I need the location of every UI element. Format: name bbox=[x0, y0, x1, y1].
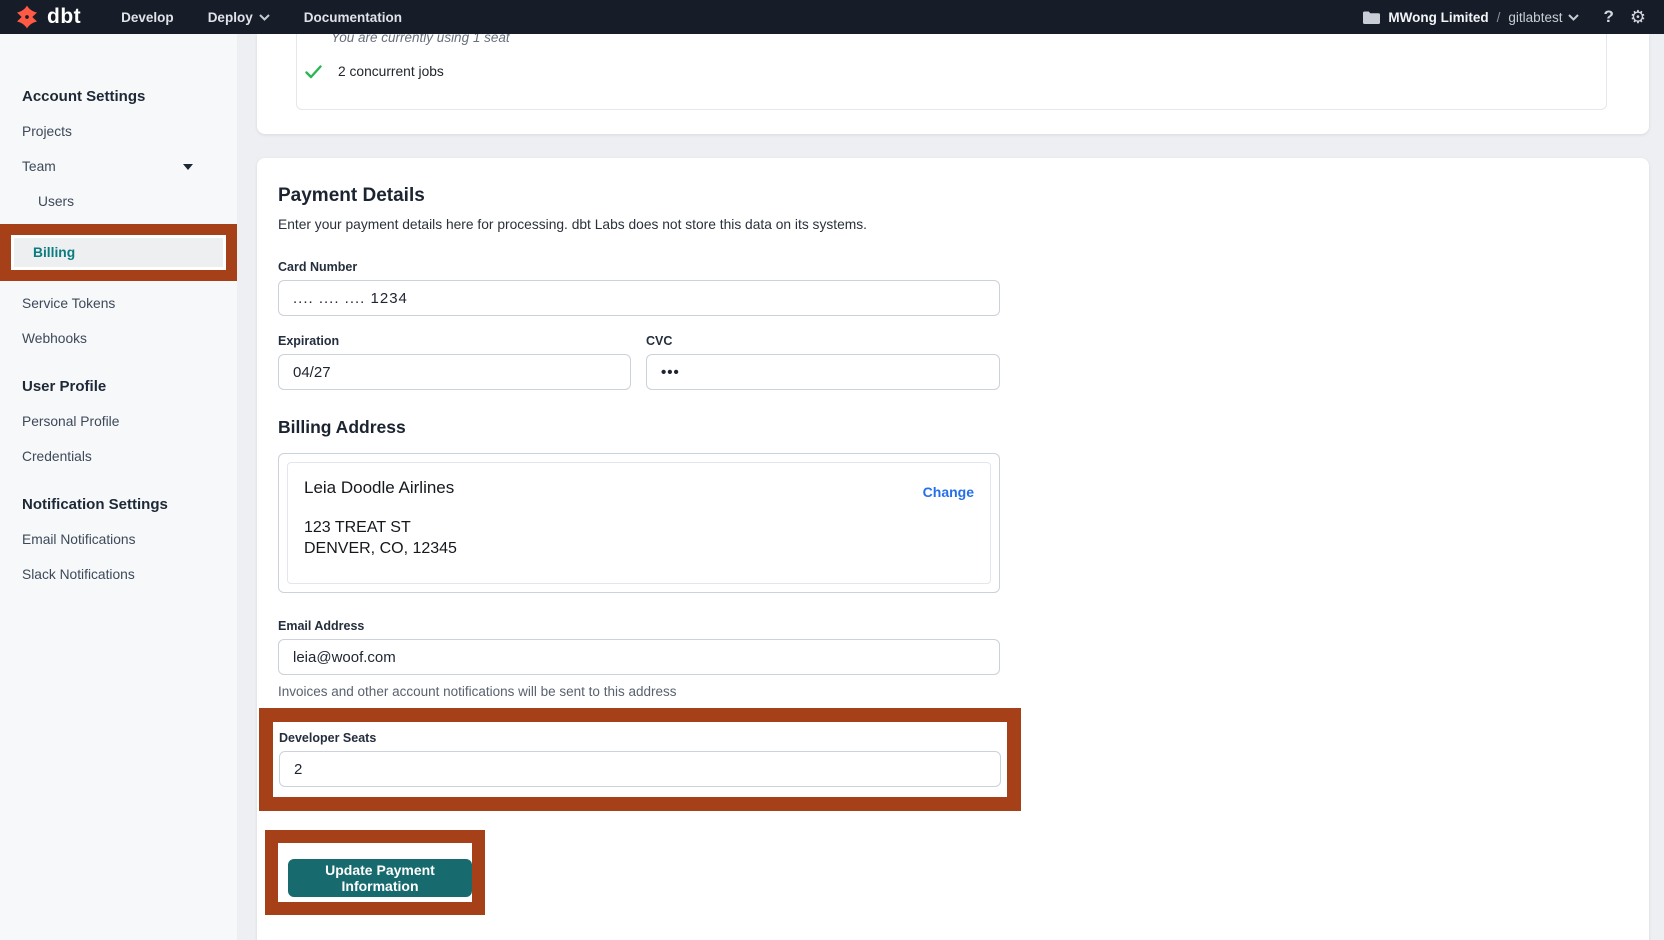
nav-links: Develop Deploy Documentation bbox=[121, 10, 402, 25]
change-address-link[interactable]: Change bbox=[923, 484, 974, 500]
annotation-box-billing: Billing bbox=[0, 224, 237, 281]
sidebar-item-email-notifications[interactable]: Email Notifications bbox=[0, 522, 237, 557]
billing-address-name: Leia Doodle Airlines bbox=[304, 478, 974, 498]
email-input[interactable] bbox=[278, 639, 1000, 675]
sidebar-item-billing[interactable]: Billing bbox=[14, 238, 223, 267]
sidebar-item-slack-notifications[interactable]: Slack Notifications bbox=[0, 557, 237, 592]
folder-icon bbox=[1363, 11, 1380, 24]
developer-seats-input[interactable] bbox=[279, 751, 1001, 787]
expiration-label: Expiration bbox=[278, 334, 631, 348]
project-name: gitlabtest bbox=[1508, 10, 1579, 25]
sidebar-item-users[interactable]: Users bbox=[0, 184, 237, 219]
nav-deploy[interactable]: Deploy bbox=[208, 10, 270, 25]
sidebar-header-notification-settings: Notification Settings bbox=[0, 474, 237, 522]
gear-icon[interactable]: ⚙ bbox=[1630, 8, 1646, 26]
seat-usage-text: You are currently using 1 seat bbox=[305, 34, 1606, 47]
check-icon bbox=[305, 65, 322, 79]
dbt-logo[interactable]: dbt bbox=[14, 4, 81, 30]
billing-address-line1: 123 TREAT ST bbox=[304, 517, 974, 538]
payment-details-card: Payment Details Enter your payment detai… bbox=[257, 158, 1649, 940]
sidebar-header-account-settings: Account Settings bbox=[0, 88, 237, 114]
nav-documentation[interactable]: Documentation bbox=[304, 10, 402, 25]
expiration-cvc-row: Expiration CVC bbox=[278, 334, 1649, 390]
email-label: Email Address bbox=[278, 619, 1649, 633]
card-number-label: Card Number bbox=[278, 260, 1649, 274]
payment-details-title: Payment Details bbox=[278, 185, 1649, 207]
caret-down-icon bbox=[183, 164, 193, 170]
breadcrumb-separator: / bbox=[1497, 10, 1501, 25]
nav-right: MWong Limited / gitlabtest ? ⚙ bbox=[1363, 7, 1646, 27]
sidebar-item-projects[interactable]: Projects bbox=[0, 114, 237, 149]
chevron-down-icon bbox=[1568, 14, 1579, 21]
top-navbar: dbt Develop Deploy Documentation MWong L… bbox=[0, 0, 1664, 34]
plan-feature-row: 2 concurrent jobs bbox=[305, 64, 1606, 79]
seat-summary-panel: You are currently using 1 seat 2 concurr… bbox=[296, 34, 1607, 110]
help-icon[interactable]: ? bbox=[1603, 7, 1613, 27]
chevron-down-icon bbox=[259, 14, 270, 21]
update-payment-button[interactable]: Update Payment Information bbox=[288, 859, 472, 897]
cvc-input[interactable] bbox=[646, 354, 1000, 390]
nav-develop[interactable]: Develop bbox=[121, 10, 174, 25]
email-block: Email Address Invoices and other account… bbox=[278, 619, 1649, 699]
sidebar-item-team[interactable]: Team bbox=[0, 149, 237, 184]
card-number-input[interactable] bbox=[278, 280, 1000, 316]
billing-address-title: Billing Address bbox=[278, 417, 1649, 438]
seat-summary-card: You are currently using 1 seat 2 concurr… bbox=[257, 34, 1649, 134]
annotation-box-developer-seats: Developer Seats bbox=[259, 708, 1021, 811]
billing-address-line2: DENVER, CO, 12345 bbox=[304, 538, 974, 559]
main-content: You are currently using 1 seat 2 concurr… bbox=[237, 34, 1664, 940]
sidebar-item-personal-profile[interactable]: Personal Profile bbox=[0, 404, 237, 439]
billing-address-panel: Leia Doodle Airlines Change 123 TREAT ST… bbox=[287, 462, 991, 584]
account-name: MWong Limited bbox=[1388, 10, 1488, 25]
page: dbt Develop Deploy Documentation MWong L… bbox=[0, 0, 1664, 940]
dbt-logo-icon bbox=[14, 4, 40, 30]
email-helper-text: Invoices and other account notifications… bbox=[278, 684, 1649, 699]
sidebar-item-webhooks[interactable]: Webhooks bbox=[0, 321, 237, 356]
expiration-input[interactable] bbox=[278, 354, 631, 390]
payment-details-description: Enter your payment details here for proc… bbox=[278, 217, 1649, 232]
settings-sidebar: Account Settings Projects Team Users Bil… bbox=[0, 34, 237, 940]
sidebar-item-service-tokens[interactable]: Service Tokens bbox=[0, 286, 237, 321]
account-switcher[interactable]: MWong Limited / gitlabtest bbox=[1363, 10, 1579, 25]
billing-address-box: Leia Doodle Airlines Change 123 TREAT ST… bbox=[278, 453, 1000, 593]
plan-feature-text: 2 concurrent jobs bbox=[338, 64, 444, 79]
sidebar-item-credentials[interactable]: Credentials bbox=[0, 439, 237, 474]
annotation-box-update-button: Update Payment Information bbox=[265, 830, 485, 915]
developer-seats-label: Developer Seats bbox=[279, 731, 1001, 745]
sidebar-header-user-profile: User Profile bbox=[0, 356, 237, 404]
app-body: Account Settings Projects Team Users Bil… bbox=[0, 34, 1664, 940]
dbt-logo-text: dbt bbox=[47, 5, 81, 29]
cvc-label: CVC bbox=[646, 334, 1000, 348]
